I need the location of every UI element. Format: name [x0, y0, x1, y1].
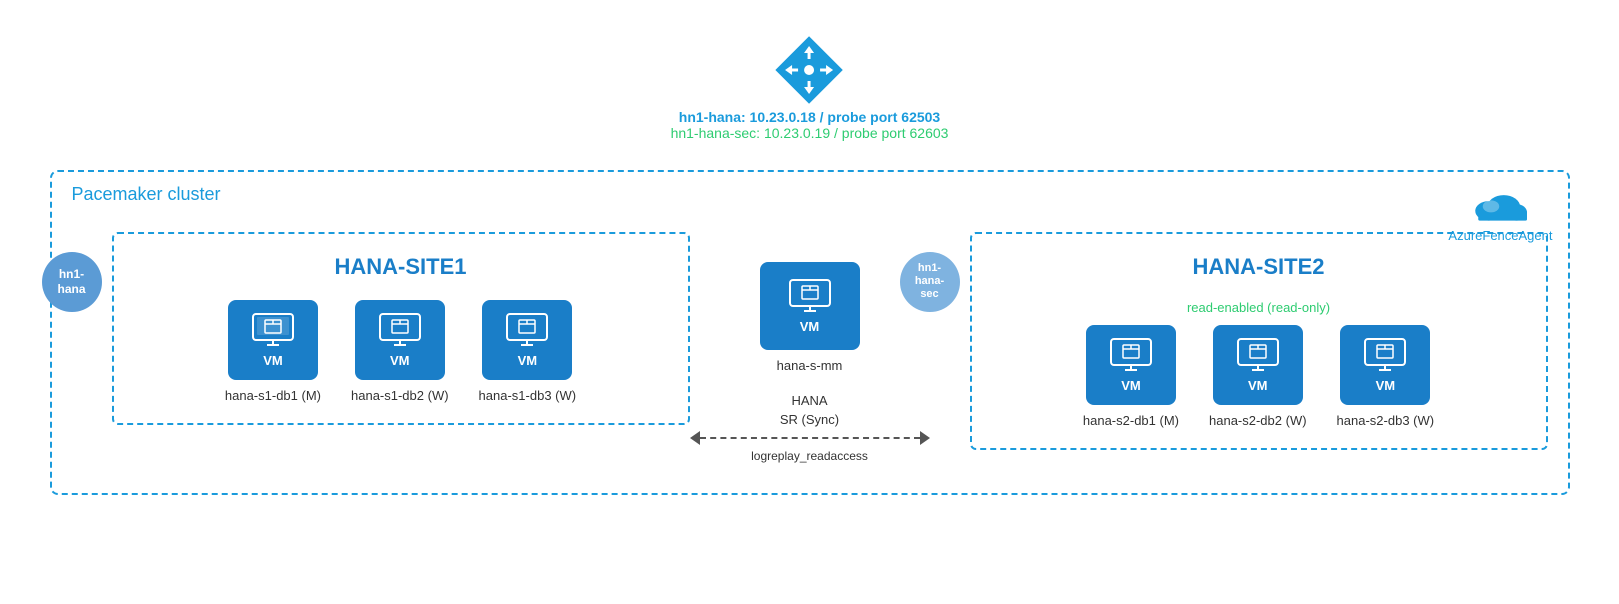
- vm-name-s2db1: hana-s2-db1 (M): [1083, 413, 1179, 428]
- site2-wrapper: hn1- hana- sec HANA-SITE2 read-enabled (…: [930, 222, 1548, 463]
- hana-sr-arrow: HANA SR (Sync) logreplay_readaccess: [690, 393, 930, 463]
- vm-label-s1db1: VM: [263, 353, 283, 368]
- vm-label-smm: VM: [800, 319, 820, 334]
- router-line1: hn1-hana: 10.23.0.18 / probe port 62503: [671, 109, 949, 125]
- router-icon: [775, 35, 845, 105]
- arrow-head-right: [920, 431, 930, 445]
- vm-label-s1db3: VM: [518, 353, 538, 368]
- vm-box-s2db2: VM: [1213, 325, 1303, 405]
- read-enabled-label: read-enabled (read-only): [987, 300, 1531, 315]
- vm-box-smm: VM: [760, 262, 860, 350]
- cloud-icon: [1470, 182, 1530, 224]
- vm-name-s1db3: hana-s1-db3 (W): [479, 388, 577, 403]
- vm-box-s1db2: VM: [355, 300, 445, 380]
- main-row: hn1- hana HANA-SITE1: [72, 222, 1548, 463]
- vm-name-smm: hana-s-mm: [777, 358, 843, 373]
- arrow-head-left: [690, 431, 700, 445]
- vm-monitor-icon-s2db2: [1236, 337, 1280, 373]
- vm-name-s1db1: hana-s1-db1 (M): [225, 388, 321, 403]
- sr-label1: HANA: [791, 393, 827, 408]
- site2-inner-box: HANA-SITE2 read-enabled (read-only): [970, 232, 1548, 450]
- sr-label2: SR (Sync): [780, 412, 839, 427]
- logreplay-label: logreplay_readaccess: [751, 449, 868, 463]
- diagram-container: hn1-hana: 10.23.0.18 / probe port 62503 …: [30, 90, 1590, 515]
- vm-item-s2db2: VM hana-s2-db2 (W): [1209, 325, 1307, 428]
- pacemaker-box: Pacemaker cluster AzureFenceAgent hn1- h…: [50, 170, 1570, 495]
- vm-monitor-icon-s2db1: [1109, 337, 1153, 373]
- dashed-line: [700, 437, 920, 439]
- vm-box-s1db1: VM: [228, 300, 318, 380]
- middle-section: VM hana-s-mm HANA SR (Sync) logreplay_re…: [690, 222, 930, 463]
- vm-name-s1db2: hana-s1-db2 (W): [351, 388, 449, 403]
- node-circle-site1: hn1- hana: [42, 252, 102, 312]
- vm-item-s1db1: VM hana-s1-db1 (M): [225, 300, 321, 403]
- vm-item-s2db1: VM hana-s2-db1 (M): [1083, 325, 1179, 428]
- vm-monitor-icon-3: [505, 312, 549, 348]
- vm-monitor-icon-mid: [788, 278, 832, 314]
- router-line2: hn1-hana-sec: 10.23.0.19 / probe port 62…: [671, 125, 949, 141]
- vm-label-s1db2: VM: [390, 353, 410, 368]
- site2-title: HANA-SITE2: [987, 254, 1531, 280]
- vm-monitor-icon-s2db3: [1363, 337, 1407, 373]
- node-circle-site2: hn1- hana- sec: [900, 252, 960, 312]
- vm-name-s2db3: hana-s2-db3 (W): [1337, 413, 1435, 428]
- vm-monitor-icon: [251, 312, 295, 348]
- vm-item-s1db2: VM hana-s1-db2 (W): [351, 300, 449, 403]
- vm-monitor-icon-2: [378, 312, 422, 348]
- vm-box-s2db3: VM: [1340, 325, 1430, 405]
- pacemaker-label: Pacemaker cluster: [72, 184, 221, 205]
- vm-label-s2db1: VM: [1121, 378, 1141, 393]
- vm-name-s2db2: hana-s2-db2 (W): [1209, 413, 1307, 428]
- vm-label-s2db2: VM: [1248, 378, 1268, 393]
- site1-vm-row: VM hana-s1-db1 (M): [129, 300, 673, 403]
- site1-wrapper: hn1- hana HANA-SITE1: [72, 222, 690, 463]
- vm-item-s2db3: VM hana-s2-db3 (W): [1337, 325, 1435, 428]
- middle-vm-group: VM hana-s-mm: [760, 262, 860, 373]
- site1-inner-box: HANA-SITE1: [112, 232, 690, 425]
- site2-vm-row: VM hana-s2-db1 (M): [987, 325, 1531, 428]
- router-icon-group: hn1-hana: 10.23.0.18 / probe port 62503 …: [671, 35, 949, 141]
- vm-box-s1db3: VM: [482, 300, 572, 380]
- vm-item-s1db3: VM hana-s1-db3 (W): [479, 300, 577, 403]
- dashed-arrow-line: [690, 431, 930, 445]
- vm-label-s2db3: VM: [1376, 378, 1396, 393]
- router-text: hn1-hana: 10.23.0.18 / probe port 62503 …: [671, 109, 949, 141]
- vm-box-s2db1: VM: [1086, 325, 1176, 405]
- site1-title: HANA-SITE1: [129, 254, 673, 280]
